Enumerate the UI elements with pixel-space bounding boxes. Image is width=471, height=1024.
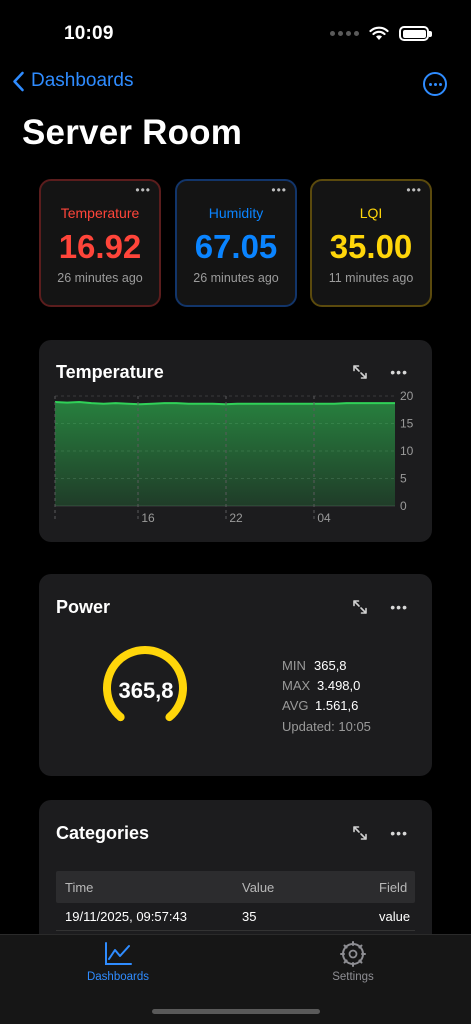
power-stats: MIN 365,8 MAX 3.498,0 AVG 1.561,6 Updated: …	[282, 656, 371, 737]
expand-icon[interactable]	[352, 599, 368, 615]
table-row[interactable]: 19/11/2025, 09:57:43 35 value	[56, 903, 415, 931]
temperature-stat-card[interactable]: ••• Temperature 16.92 26 minutes ago	[39, 179, 161, 307]
avg-label: AVG	[282, 698, 309, 713]
panel-menu-icon[interactable]: •••	[390, 599, 408, 615]
max-label: MAX	[282, 678, 311, 693]
series-line	[54, 401, 395, 406]
status-icons	[330, 26, 432, 41]
stat-value: 16.92	[58, 228, 142, 265]
temperature-area-chart: 20 15 10 5 0 16 22 04	[54, 389, 414, 525]
stat-label: Humidity	[208, 205, 264, 221]
x-tick-label: 16	[141, 511, 155, 525]
stat-timestamp: 26 minutes ago	[57, 271, 143, 285]
y-tick-label: 10	[400, 444, 414, 458]
stat-label: Temperature	[60, 205, 140, 221]
signal-dots-icon	[330, 31, 359, 36]
column-header-time[interactable]: Time	[56, 880, 234, 895]
stat-value: 35.00	[329, 228, 413, 265]
cell-field: value	[379, 909, 411, 924]
stat-timestamp: 11 minutes ago	[328, 271, 414, 285]
app-screen: 10:09 Dashboards Server Room ••• Tempera…	[0, 0, 471, 1024]
page-title: Server Room	[22, 113, 243, 152]
updated-time: Updated: 10:05	[282, 719, 371, 734]
panel-actions: •••	[352, 825, 408, 841]
chart-line-icon	[105, 942, 132, 965]
categories-panel: Categories ••• Time Value Field 19/11/20…	[39, 800, 432, 950]
humidity-stat-card[interactable]: ••• Humidity 67.05 26 minutes ago	[175, 179, 297, 307]
min-label: MIN	[282, 658, 306, 673]
back-button[interactable]: Dashboards	[12, 70, 133, 92]
more-options-button[interactable]	[423, 72, 447, 96]
categories-table[interactable]: Time Value Field 19/11/2025, 09:57:43 35…	[56, 871, 415, 931]
lqi-stat-card[interactable]: ••• LQI 35.00 11 minutes ago	[310, 179, 432, 307]
panel-title: Power	[56, 597, 111, 617]
gear-icon	[340, 941, 366, 967]
tab-dashboards[interactable]: Dashboards	[58, 941, 178, 983]
y-tick-label: 0	[400, 499, 407, 513]
cell-time: 19/11/2025, 09:57:43	[65, 909, 187, 924]
temperature-chart-panel: Temperature ••• 20 15 10 5 0 16 22 04	[39, 340, 432, 542]
y-tick-label: 15	[400, 417, 414, 431]
y-tick-label: 20	[400, 389, 414, 403]
area-fill	[55, 402, 395, 506]
stat-label: LQI	[359, 205, 383, 221]
gauge-marker	[116, 713, 125, 722]
panel-actions: •••	[352, 599, 408, 615]
power-panel: Power ••• 365,8 MIN 365,8 MAX 3.498,0 AVG 1…	[39, 574, 432, 776]
tab-settings[interactable]: Settings	[293, 941, 413, 983]
expand-icon[interactable]	[352, 825, 368, 841]
column-header-field[interactable]: Field	[379, 880, 415, 895]
tab-label: Dashboards	[86, 971, 149, 983]
back-label: Dashboards	[31, 70, 134, 91]
cell-value: 35	[242, 909, 257, 924]
card-menu-icon[interactable]: •••	[271, 183, 287, 197]
stat-value: 67.05	[194, 228, 278, 265]
status-time: 10:09	[64, 23, 114, 44]
column-header-value[interactable]: Value	[234, 880, 379, 895]
max-value: 3.498,0	[317, 678, 361, 693]
card-menu-icon[interactable]: •••	[406, 183, 422, 197]
tab-label: Settings	[332, 971, 374, 983]
panel-title: Categories	[56, 823, 150, 843]
x-tick-label: 04	[317, 511, 331, 525]
chevron-left-icon	[13, 71, 24, 91]
table-header: Time Value Field	[56, 871, 415, 903]
wifi-icon	[369, 26, 389, 40]
card-menu-icon[interactable]: •••	[135, 183, 151, 197]
gauge-value: 365,8	[118, 678, 174, 703]
home-indicator	[152, 1009, 320, 1014]
battery-icon	[399, 26, 432, 41]
x-tick-label: 22	[229, 511, 243, 525]
panel-menu-icon[interactable]: •••	[390, 825, 408, 841]
min-value: 365,8	[314, 658, 347, 673]
stat-timestamp: 26 minutes ago	[193, 271, 279, 285]
avg-value: 1.561,6	[315, 698, 359, 713]
y-tick-label: 5	[400, 472, 407, 486]
